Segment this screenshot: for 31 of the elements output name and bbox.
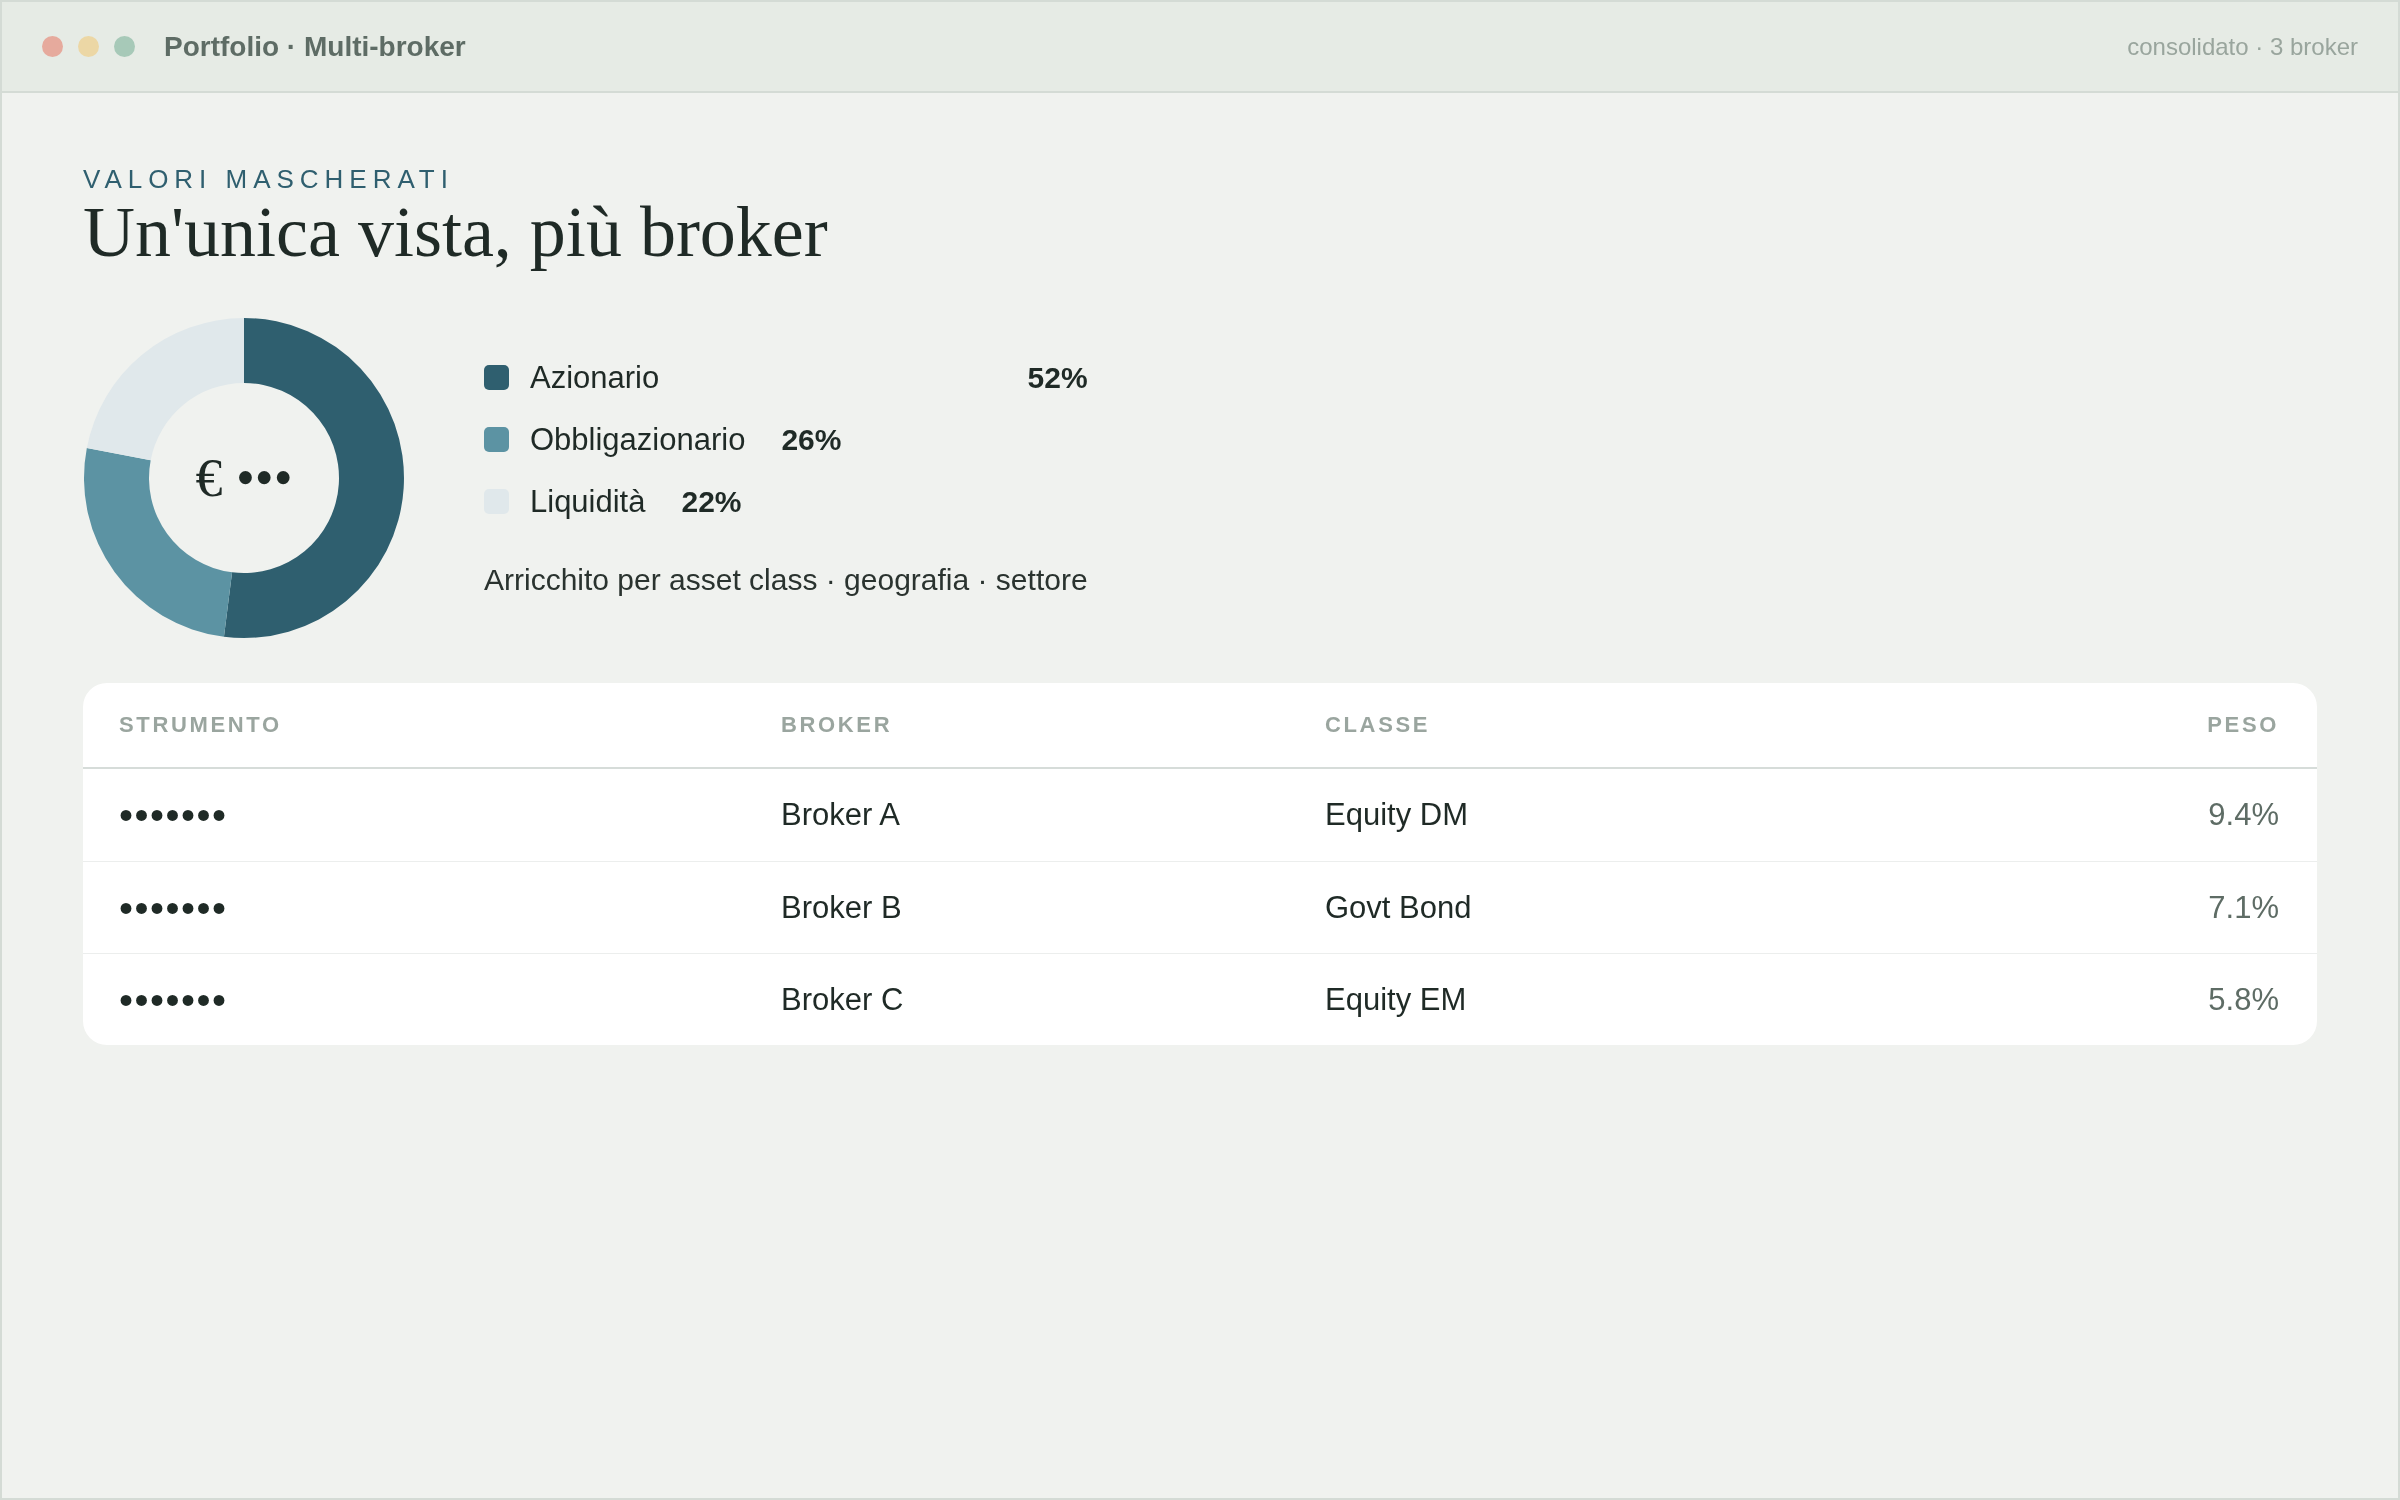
legend-value: 22% (681, 484, 742, 520)
window-subtitle: consolidato · 3 broker (2127, 32, 2358, 61)
column-header: PESO (2207, 712, 2279, 739)
table-cell: ••••••• (119, 888, 228, 928)
legend-label: Azionario (530, 359, 660, 397)
minimize-button[interactable] (78, 36, 99, 57)
table-cell: Broker A (781, 797, 900, 834)
caption-text: Arricchito per asset class · geografia · settore (484, 562, 1088, 598)
window-title: Portfolio · Multi-broker (164, 30, 466, 63)
table-cell: 9.4% (2208, 797, 2279, 834)
column-header: BROKER (781, 712, 893, 739)
table-cell: Equity DM (1325, 797, 1468, 834)
table-cell: ••••••• (119, 980, 228, 1020)
table-cell: Equity EM (1325, 982, 1467, 1018)
column-header: CLASSE (1325, 712, 1431, 739)
center-value: € ••• (195, 451, 293, 506)
maximize-button[interactable] (114, 36, 135, 57)
column-header: STRUMENTO (119, 712, 282, 739)
table-cell: Broker C (781, 982, 904, 1018)
legend-value: 52% (1027, 360, 1088, 396)
legend-label: Obbligazionario (530, 421, 746, 459)
table-cell: ••••••• (119, 795, 228, 836)
legend-value: 26% (781, 422, 842, 458)
table-cell: Govt Bond (1325, 890, 1472, 926)
eyebrow-label: VALORI MASCHERATI (83, 165, 454, 195)
page-title: Un'unica vista, più broker (83, 194, 828, 271)
table-cell: 5.8% (2208, 982, 2279, 1018)
table-cell: Broker B (781, 890, 902, 926)
table-cell: 7.1% (2208, 890, 2279, 926)
close-button[interactable] (42, 36, 63, 57)
legend-label: Liquidità (530, 483, 646, 521)
